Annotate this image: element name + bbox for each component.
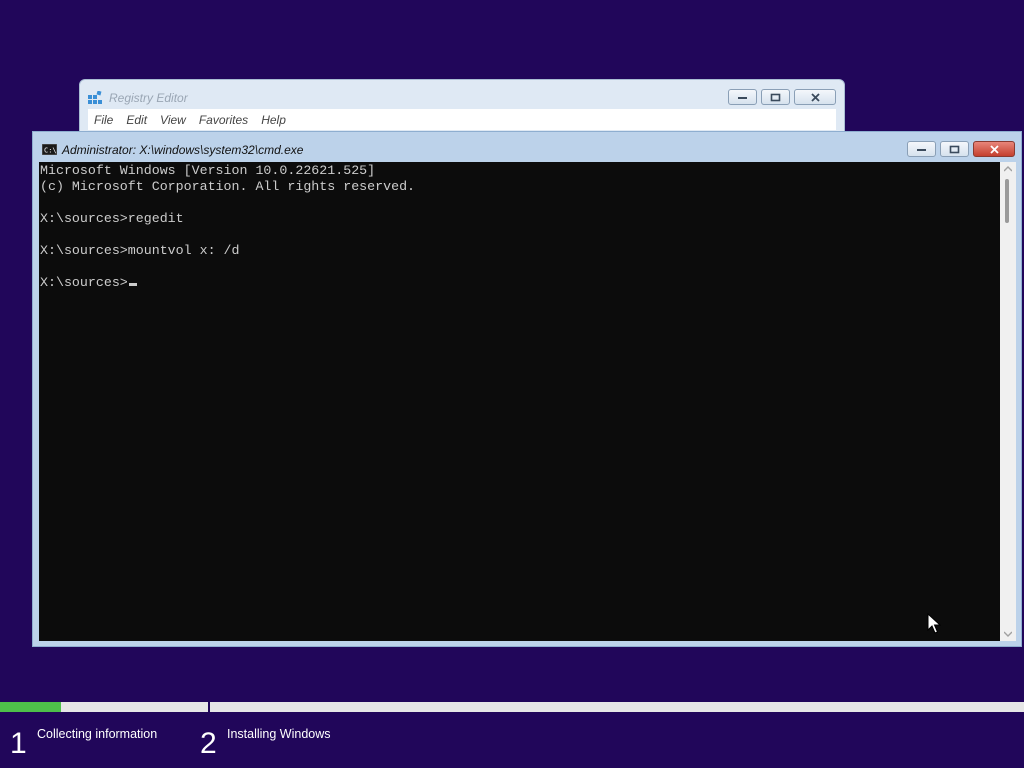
minimize-icon <box>738 97 747 99</box>
maximize-icon <box>770 93 781 101</box>
console-output[interactable]: Microsoft Windows [Version 10.0.22621.52… <box>39 162 1000 641</box>
menu-favorites[interactable]: Favorites <box>199 113 248 127</box>
command-prompt-icon: C:\ <box>42 144 57 155</box>
cmd-title: Administrator: X:\windows\system32\cmd.e… <box>62 143 304 157</box>
step-number: 2 <box>200 727 217 760</box>
menu-file[interactable]: File <box>94 113 113 127</box>
console-line: X:\sources>mountvol x: /d <box>40 243 240 258</box>
minimize-icon <box>917 149 926 151</box>
menu-edit[interactable]: Edit <box>126 113 147 127</box>
console-scrollbar[interactable] <box>1000 162 1016 641</box>
registry-minimize-button[interactable] <box>728 89 757 105</box>
menu-help[interactable]: Help <box>261 113 286 127</box>
registry-maximize-button[interactable] <box>761 89 790 105</box>
step-number: 1 <box>10 727 27 760</box>
step-label: Installing Windows <box>227 727 331 741</box>
close-icon <box>810 92 820 102</box>
console-line: (c) Microsoft Corporation. All rights re… <box>40 179 416 194</box>
registry-editor-icon <box>88 91 102 104</box>
console-line: X:\sources>regedit <box>40 211 184 226</box>
console-prompt-line[interactable]: X:\sources> <box>40 275 137 291</box>
registry-editor-titlebar[interactable]: Registry Editor <box>80 80 844 108</box>
registry-menubar: File Edit View Favorites Help <box>88 109 836 130</box>
console-line: Microsoft Windows [Version 10.0.22621.52… <box>40 163 376 178</box>
progress-fill <box>0 702 62 712</box>
svg-text:C:\: C:\ <box>44 147 57 155</box>
registry-editor-title: Registry Editor <box>109 91 188 105</box>
close-icon <box>989 144 999 154</box>
cmd-minimize-button[interactable] <box>907 141 936 157</box>
mouse-pointer-icon <box>927 613 941 634</box>
setup-progress-bar <box>0 702 1024 712</box>
scrollbar-thumb[interactable] <box>1005 179 1009 223</box>
cmd-window[interactable]: C:\ Administrator: X:\windows\system32\c… <box>32 131 1022 647</box>
scroll-up-icon[interactable] <box>1004 166 1012 172</box>
cmd-close-button[interactable] <box>973 141 1015 157</box>
scroll-down-icon[interactable] <box>1004 631 1012 637</box>
text-cursor <box>128 283 137 286</box>
registry-close-button[interactable] <box>794 89 836 105</box>
registry-editor-window[interactable]: Registry Editor File Edit View Favorites… <box>79 79 845 133</box>
cmd-maximize-button[interactable] <box>940 141 969 157</box>
maximize-icon <box>949 145 960 153</box>
cmd-titlebar[interactable]: C:\ Administrator: X:\windows\system32\c… <box>33 132 1021 162</box>
console-prompt: X:\sources> <box>40 275 128 290</box>
step-label: Collecting information <box>37 727 158 741</box>
progress-step-divider <box>208 702 210 712</box>
menu-view[interactable]: View <box>160 113 186 127</box>
